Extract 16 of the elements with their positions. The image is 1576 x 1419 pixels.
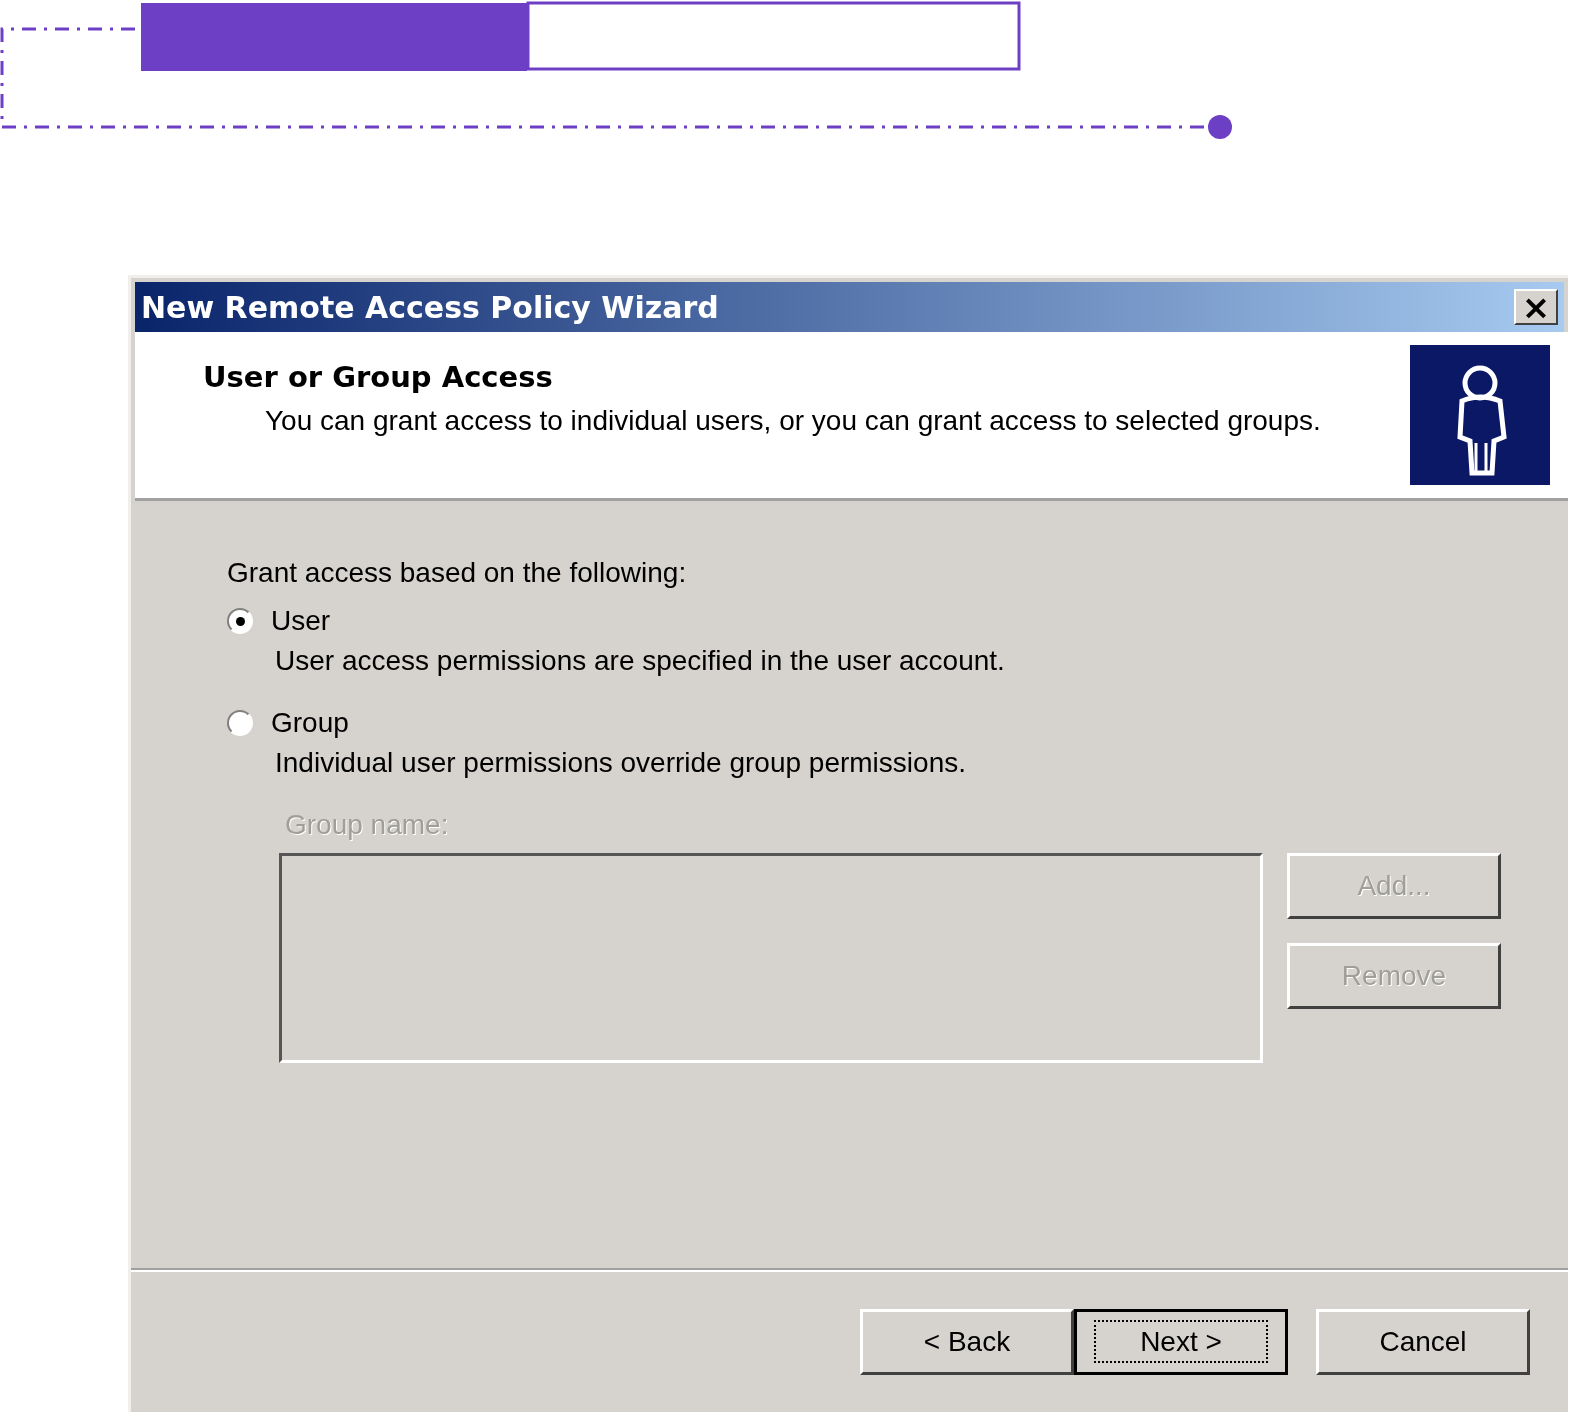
group-list-field[interactable] [279,853,1263,1063]
radio-button[interactable] [227,710,253,736]
page-description: You can grant access to individual users, or you can grant access to selected groups. [265,404,1322,438]
footer-button[interactable]: Next > [1074,1309,1288,1375]
option-description: User access permissions are specified in the user account. [275,645,1006,677]
radio-label[interactable]: Group [271,707,349,739]
person-icon [1410,345,1550,485]
footer-button[interactable]: Cancel [1316,1309,1530,1375]
window-title: New Remote Access Policy Wizard [141,289,719,325]
close-button[interactable]: × [1514,289,1558,325]
option-description: Individual user permissions override group permissions. [275,747,967,779]
page-heading: User or Group Access [203,360,554,394]
radio-label[interactable]: User [271,605,331,637]
footer-button[interactable]: < Back [860,1309,1074,1375]
prompt-label: Grant access based on the following: [227,557,688,589]
radio-button[interactable] [227,608,253,634]
